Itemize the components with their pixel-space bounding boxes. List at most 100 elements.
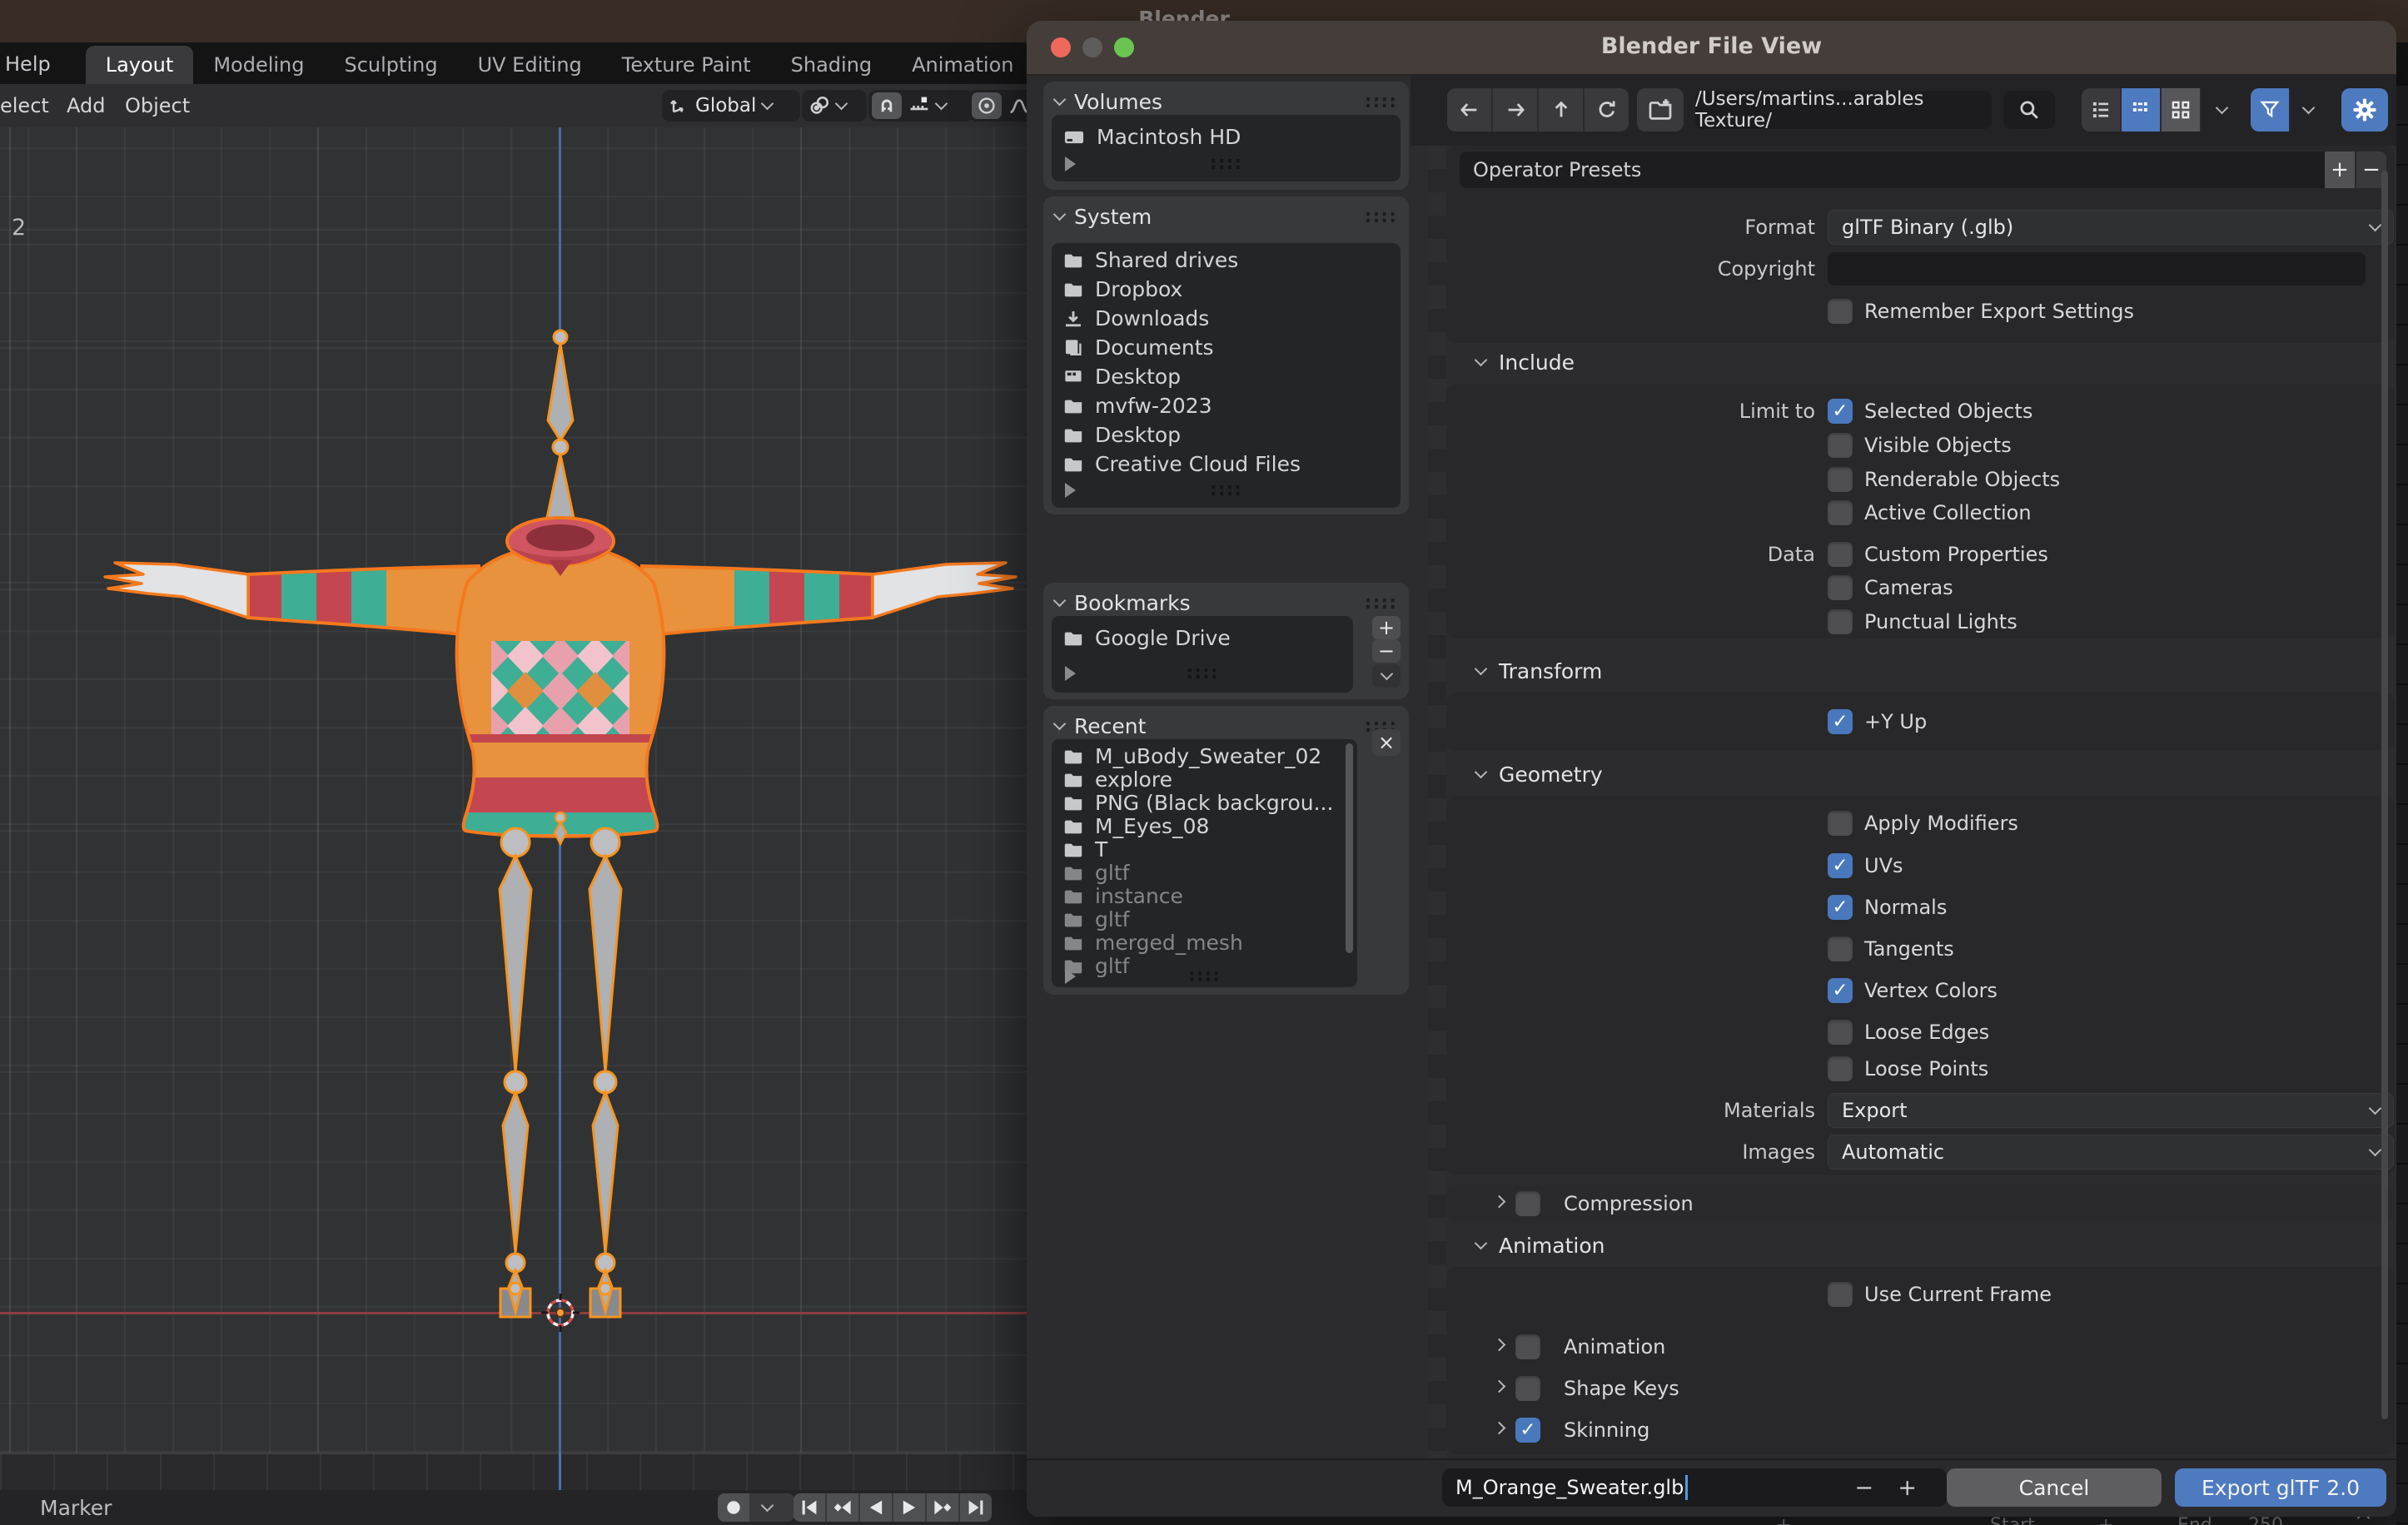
display-options-dropdown[interactable] (2202, 88, 2241, 132)
list-item[interactable]: PNG (Black backgrou... (1063, 791, 1333, 815)
checkbox-custom-properties[interactable] (1828, 542, 1853, 567)
checkbox-uvs[interactable]: ✓ (1828, 853, 1853, 878)
section-geometry[interactable]: Geometry (1474, 755, 2392, 793)
checkbox-normals[interactable]: ✓ (1828, 895, 1853, 920)
checkbox-tangents[interactable] (1828, 936, 1853, 961)
checkbox-cameras[interactable] (1828, 575, 1853, 600)
create-directory-button[interactable] (1637, 88, 1684, 132)
tab-texture-paint[interactable]: Texture Paint (602, 46, 771, 84)
tab-layout[interactable]: Layout (85, 46, 194, 84)
checkbox-renderable-objects[interactable] (1828, 467, 1853, 492)
options-scrollbar[interactable] (2381, 171, 2388, 1419)
dialog-titlebar[interactable]: Blender File View (1027, 21, 2396, 76)
view-detail-button[interactable] (2122, 88, 2162, 132)
checkbox-active-collection[interactable] (1828, 500, 1853, 525)
format-dropdown[interactable]: glTF Binary (.glb) (1828, 210, 2394, 245)
increment-button[interactable]: + (1898, 1475, 1917, 1501)
list-item[interactable]: Documents (1063, 335, 1214, 360)
auto-keying-controls[interactable] (718, 1493, 794, 1522)
magnet-icon[interactable] (872, 92, 902, 119)
prev-keyframe-button[interactable] (827, 1493, 858, 1522)
jump-to-start-button[interactable] (794, 1493, 825, 1522)
section-transform[interactable]: Transform (1474, 652, 2392, 690)
subpanel-compression[interactable]: Compression (1492, 1187, 2327, 1220)
add-bookmark-button[interactable]: + (1372, 616, 1401, 639)
list-item[interactable]: Downloads (1063, 306, 1209, 330)
list-item[interactable]: Shared drives (1063, 248, 1238, 272)
copyright-field[interactable] (1828, 252, 2366, 286)
filename-field[interactable]: M_Orange_Sweater.glb − + (1442, 1468, 1947, 1507)
next-keyframe-button[interactable] (927, 1493, 958, 1522)
subpanel-skinning[interactable]: ✓ Skinning (1492, 1413, 2327, 1447)
subpanel-animation[interactable]: Animation (1492, 1330, 2327, 1364)
checkbox-loose-points[interactable] (1828, 1056, 1853, 1081)
proportional-editing-icon[interactable] (972, 92, 1002, 119)
clear-recent-button[interactable]: × (1372, 729, 1401, 756)
export-button[interactable]: Export glTF 2.0 (2175, 1468, 2386, 1507)
checkbox-apply-modifiers[interactable] (1828, 811, 1853, 836)
checkbox-remember-export[interactable] (1828, 299, 1853, 324)
character-model[interactable] (67, 316, 1041, 1373)
cancel-button[interactable]: Cancel (1947, 1468, 2162, 1507)
section-include[interactable]: Include (1474, 343, 2392, 381)
list-item-macintosh-hd[interactable]: Macintosh HD (1063, 125, 1241, 149)
list-item[interactable]: T (1063, 837, 1107, 862)
filter-options-dropdown[interactable] (2291, 88, 2326, 132)
tab-animation[interactable]: Animation (892, 46, 1033, 84)
section-animation[interactable]: Animation (1474, 1226, 2392, 1264)
list-item[interactable]: M_uBody_Sweater_02 (1063, 744, 1321, 768)
play-reverse-button[interactable] (860, 1493, 892, 1522)
checkbox-selected-objects[interactable]: ✓ (1828, 399, 1853, 424)
list-item[interactable]: instance (1063, 884, 1183, 908)
checkbox-skinning[interactable]: ✓ (1515, 1418, 1540, 1443)
list-item[interactable]: Desktop (1063, 423, 1181, 447)
view-list-button[interactable] (2082, 88, 2122, 132)
operator-presets-dropdown[interactable]: Operator Presets (1460, 152, 2350, 188)
checkbox-loose-edges[interactable] (1828, 1020, 1853, 1045)
refresh-button[interactable] (1585, 88, 1629, 132)
list-item[interactable]: gltf (1063, 861, 1129, 885)
checkbox-vertex-colors[interactable]: ✓ (1828, 978, 1853, 1003)
back-button[interactable] (1447, 88, 1493, 132)
tab-uv-editing[interactable]: UV Editing (458, 46, 602, 84)
list-item[interactable]: explore (1063, 767, 1172, 792)
subpanel-shape-keys[interactable]: Shape Keys (1492, 1372, 2327, 1405)
filter-button[interactable] (2251, 88, 2291, 132)
list-item[interactable]: Desktop (1063, 365, 1181, 389)
forward-button[interactable] (1493, 88, 1539, 132)
menu-add[interactable]: Add (67, 94, 105, 117)
view-thumbnail-button[interactable] (2162, 88, 2202, 132)
tab-modeling[interactable]: Modeling (193, 46, 324, 84)
settings-toggle-button[interactable] (2341, 88, 2388, 132)
checkbox-animation[interactable] (1515, 1334, 1540, 1359)
path-field[interactable]: /Users/martins...arables Texture/ (1695, 88, 1992, 132)
list-item-google-drive[interactable]: Google Drive (1063, 626, 1231, 650)
bookmark-options-button[interactable] (1372, 664, 1401, 688)
remove-bookmark-button[interactable]: − (1372, 639, 1401, 663)
images-dropdown[interactable]: Automatic (1828, 1135, 2394, 1170)
checkbox-shape-keys[interactable] (1515, 1376, 1540, 1401)
recent-scrollbar[interactable] (1346, 743, 1353, 953)
list-item[interactable]: merged_mesh (1063, 931, 1243, 955)
menu-object[interactable]: Object (125, 94, 190, 117)
play-button[interactable] (893, 1493, 925, 1522)
checkbox-visible-objects[interactable] (1828, 433, 1853, 458)
search-button[interactable] (2003, 91, 2055, 129)
jump-to-end-button[interactable] (960, 1493, 992, 1522)
decrement-button[interactable]: − (1854, 1475, 1873, 1501)
checkbox-punctual-lights[interactable] (1828, 609, 1853, 634)
snapping-controls[interactable] (868, 90, 973, 122)
list-item[interactable]: Dropbox (1063, 277, 1182, 301)
checkbox-y-up[interactable]: ✓ (1828, 709, 1853, 734)
transform-orientation-dropdown[interactable]: Global (662, 90, 800, 122)
checkbox-use-current-frame[interactable] (1828, 1282, 1853, 1307)
pivot-point-dropdown[interactable] (802, 90, 867, 122)
list-item[interactable]: mvfw-2023 (1063, 394, 1212, 418)
tab-sculpting[interactable]: Sculpting (324, 46, 457, 84)
preset-add-button[interactable]: + (2325, 152, 2355, 188)
materials-dropdown[interactable]: Export (1828, 1093, 2394, 1128)
checkbox-compression[interactable] (1515, 1191, 1540, 1216)
list-item[interactable]: M_Eyes_08 (1063, 814, 1209, 838)
timeline-playhead[interactable] (559, 1453, 561, 1490)
list-item[interactable]: gltf (1063, 907, 1129, 931)
